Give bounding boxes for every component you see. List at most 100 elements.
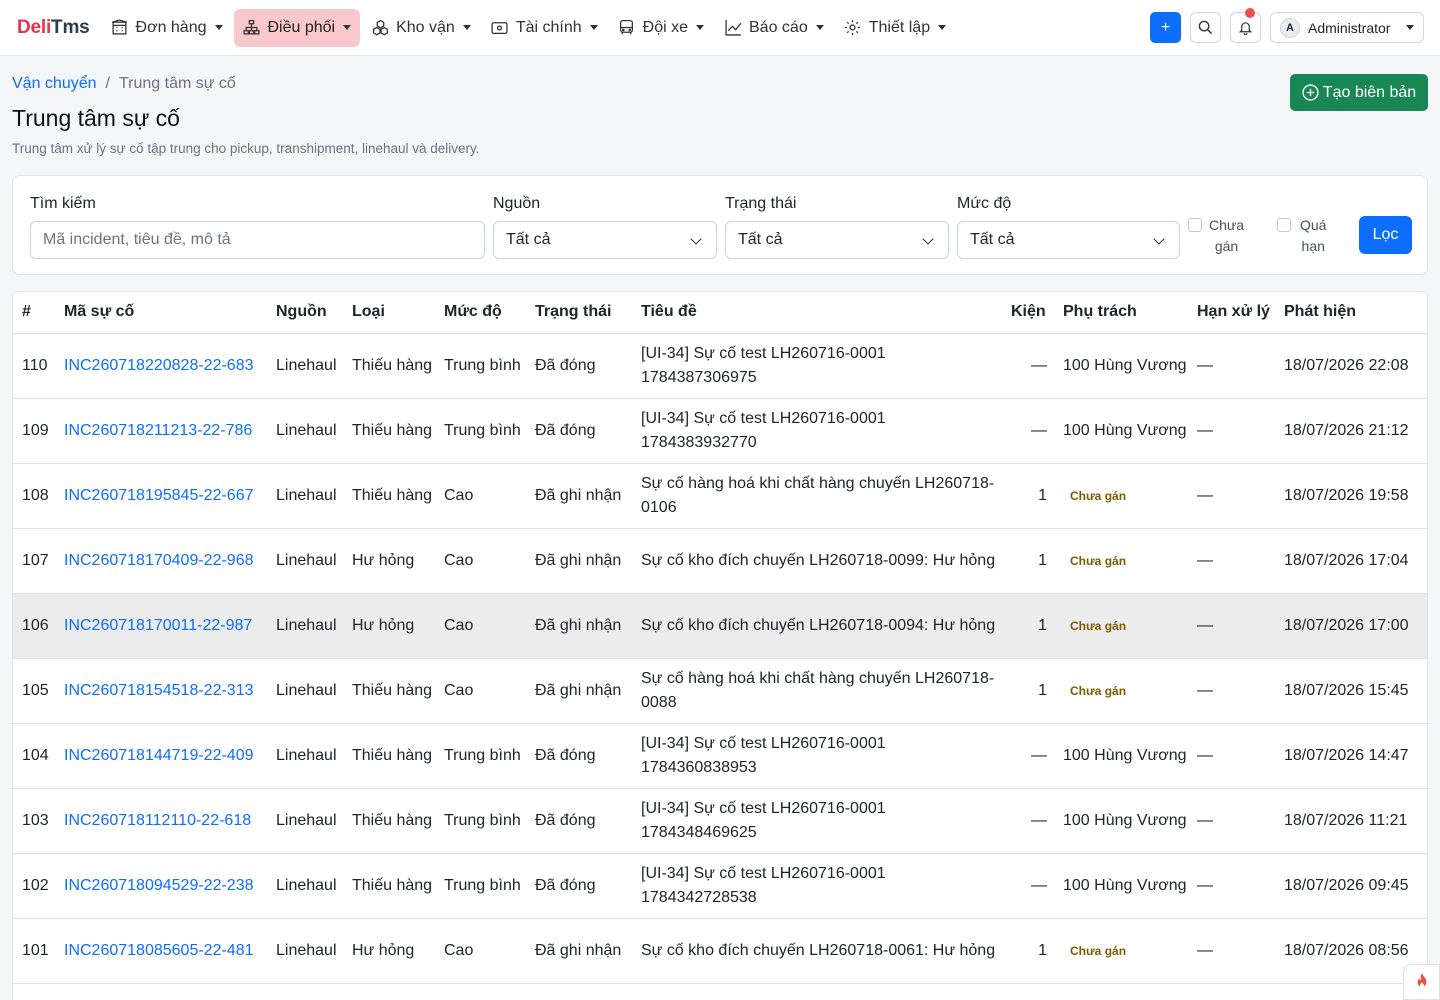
cell-detected: 18/07/2026 22:08 (1275, 333, 1427, 399)
cell-code[interactable]: INC260718170409-22-968 (55, 528, 267, 594)
table-row[interactable]: 102 INC260718094529-22-238 Linehaul Thiếu h… (13, 853, 1427, 919)
unassigned-checkbox[interactable] (1188, 218, 1202, 232)
cell-detected: 18/07/2026 14:47 (1275, 723, 1427, 789)
severity-select[interactable]: Tất cả (957, 221, 1180, 259)
overdue-checkbox-label[interactable]: Quá hạn (1300, 215, 1326, 257)
search-button[interactable] (1190, 12, 1221, 43)
cell-index: 103 (13, 788, 55, 854)
status-select[interactable]: Tất cả (725, 221, 949, 259)
nav-item-warehouse[interactable]: Kho vận (362, 9, 480, 47)
cell-type: Thiếu hàng (343, 463, 435, 529)
cell-parcels: 1 (1002, 463, 1054, 529)
filter-button[interactable]: Lọc (1359, 216, 1412, 254)
sitemap-icon (243, 19, 261, 37)
nav-item-finance[interactable]: Tài chính (482, 9, 607, 47)
nav-item-orders[interactable]: Đơn hàng (102, 9, 232, 47)
table-row[interactable]: 105 INC260718154518-22-313 Linehaul Thiếu h… (13, 658, 1427, 724)
cell-code[interactable]: INC260718195845-22-667 (55, 463, 267, 529)
cell-due: — (1188, 788, 1275, 854)
status-label: Trạng thái (725, 195, 797, 212)
create-report-label: Tạo biên bản (1322, 83, 1417, 101)
nav-label: Điều phối (267, 18, 336, 36)
nav-item-dispatch[interactable]: Điều phối (233, 8, 361, 47)
cell-severity: Cao (435, 463, 526, 529)
cell-parcels: — (1002, 398, 1054, 464)
nav-item-reports[interactable]: Báo cáo (715, 9, 833, 47)
source-select[interactable]: Tất cả (493, 221, 717, 259)
cell-due: — (1188, 528, 1275, 594)
cell-code[interactable]: INC260718154518-22-313 (55, 658, 267, 724)
avatar: A (1280, 17, 1300, 38)
cell-status: Đã đóng (526, 853, 632, 919)
search-label: Tìm kiếm (30, 195, 96, 212)
table-row[interactable]: 104 INC260718144719-22-409 Linehaul Thiếu h… (13, 723, 1427, 789)
nav-label: Tài chính (515, 18, 582, 36)
cell-owner: Chưa gán (1054, 463, 1188, 529)
table-row[interactable]: 101 INC260718085605-22-481 Linehaul Hư hỏng… (13, 918, 1427, 984)
create-report-button[interactable]: Tạo biên bản (1290, 74, 1428, 111)
fire-button[interactable] (1403, 964, 1440, 1000)
user-menu-button[interactable]: A Administrator (1270, 12, 1424, 43)
cell-detected: 18/07/2026 17:00 (1275, 593, 1427, 659)
unassigned-checkbox-label[interactable]: Chưa gán (1209, 215, 1244, 257)
severity-select-value: Tất cả (970, 231, 1015, 248)
table-row[interactable]: 108 INC260718195845-22-667 Linehaul Thiếu h… (13, 463, 1427, 529)
table-row[interactable]: 109 INC260718211213-22-786 Linehaul Thiếu h… (13, 398, 1427, 464)
breadcrumb: Vận chuyển / Trung tâm sự cố (12, 75, 236, 93)
notifications-button[interactable] (1230, 8, 1261, 43)
overdue-checkbox[interactable] (1277, 218, 1291, 232)
cell-severity: Cao (435, 528, 526, 594)
cell-title: [UI-34] Sự cố test LH260716-0001 1784387… (632, 333, 1002, 399)
cell-code[interactable]: INC260718112110-22-618 (55, 788, 267, 854)
nav-right-group: + A Administrator (1150, 8, 1424, 43)
incidents-table: # Mã sự cố Nguồn Loại Mức độ Trạng thái Tiêu đ… (13, 292, 1427, 984)
cell-detected: 18/07/2026 19:58 (1275, 463, 1427, 529)
cell-code[interactable]: INC260718170011-22-987 (55, 593, 267, 659)
table-row[interactable]: 106 INC260718170011-22-987 Linehaul Hư hỏng… (13, 593, 1427, 659)
cell-code[interactable]: INC260718144719-22-409 (55, 723, 267, 789)
cell-code[interactable]: INC260718211213-22-786 (55, 398, 267, 464)
brand-logo[interactable]: DeliTms (17, 17, 90, 39)
cell-severity: Trung bình (435, 723, 526, 789)
bus-icon (618, 19, 636, 37)
cell-detected: 18/07/2026 17:04 (1275, 528, 1427, 594)
search-icon (1198, 20, 1213, 35)
top-navbar: DeliTms Đơn hàng Điều phối Kho vận Tài c… (0, 0, 1440, 56)
gear-icon (844, 19, 862, 37)
nav-item-fleet[interactable]: Đội xe (609, 9, 713, 47)
cell-index: 102 (13, 853, 55, 919)
cell-owner: 100 Hùng Vương (1054, 788, 1188, 854)
cell-status: Đã đóng (526, 333, 632, 399)
cell-code[interactable]: INC260718094529-22-238 (55, 853, 267, 919)
cell-title: [UI-34] Sự cố test LH260716-0001 1784360… (632, 723, 1002, 789)
table-row[interactable]: 103 INC260718112110-22-618 Linehaul Thiếu h… (13, 788, 1427, 854)
cell-title: [UI-34] Sự cố test LH260716-0001 1784348… (632, 788, 1002, 854)
search-input[interactable]: Mã incident, tiêu đề, mô tả (30, 221, 485, 259)
cell-severity: Cao (435, 658, 526, 724)
breadcrumb-link-transport[interactable]: Vận chuyển (12, 75, 97, 93)
header-col-code: Mã sự cố (55, 292, 267, 334)
user-name: Administrator (1308, 19, 1391, 36)
unassigned-badge: Chưa gán (1070, 943, 1127, 958)
cell-source: Linehaul (267, 658, 343, 724)
cell-detected: 18/07/2026 09:45 (1275, 853, 1427, 919)
cell-status: Đã đóng (526, 788, 632, 854)
quick-add-button[interactable]: + (1150, 12, 1181, 43)
caret-down-icon (1406, 25, 1414, 30)
table-row[interactable]: 107 INC260718170409-22-968 Linehaul Hư hỏng… (13, 528, 1427, 594)
chevron-down-icon (922, 233, 934, 245)
overdue-label-line1: Quá (1300, 217, 1327, 233)
caret-down-icon (343, 25, 352, 30)
unassigned-badge: Chưa gán (1070, 683, 1127, 698)
header-col-source: Nguồn (267, 292, 343, 334)
cell-source: Linehaul (267, 788, 343, 854)
table-row[interactable]: 110 INC260718220828-22-683 Linehaul Thiếu h… (13, 333, 1427, 399)
cell-code[interactable]: INC260718085605-22-481 (55, 918, 267, 984)
header-col-parcels: Kiện (1002, 292, 1054, 334)
cell-code[interactable]: INC260718220828-22-683 (55, 333, 267, 399)
caret-down-icon (214, 25, 223, 30)
nav-item-settings[interactable]: Thiết lập (835, 9, 955, 47)
cell-due: — (1188, 333, 1275, 399)
cell-parcels: 1 (1002, 593, 1054, 659)
cell-owner: 100 Hùng Vương (1054, 333, 1188, 399)
